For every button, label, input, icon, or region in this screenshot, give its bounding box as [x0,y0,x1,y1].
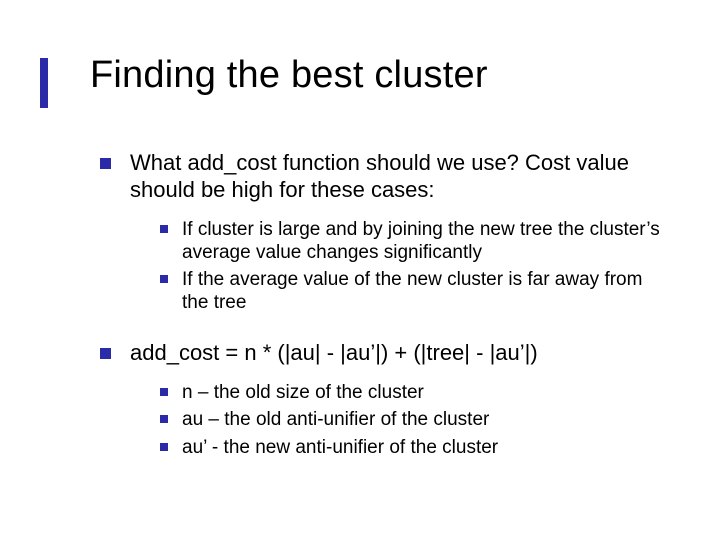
bullet-1-text: What add_cost function should we use? Co… [130,150,629,202]
bullet-2: add_cost = n * (|au| - |au’|) + (|tree| … [100,340,660,458]
bullet-2-sub-1-text: n – the old size of the cluster [182,382,424,403]
bullet-2-sub-2-text: au – the old anti-unifier of the cluster [182,409,489,430]
bullet-1-sub-2-text: If the average value of the new cluster … [182,269,642,313]
bullet-2-sub-3-text: au’ - the new anti-unifier of the cluste… [182,437,498,458]
title-accent-bar [40,58,48,108]
bullet-1-sub-1: If cluster is large and by joining the n… [160,218,660,264]
bullet-list: What add_cost function should we use? Co… [100,150,660,459]
bullet-1: What add_cost function should we use? Co… [100,150,660,314]
slide-title: Finding the best cluster [90,54,488,97]
bullet-2-text: add_cost = n * (|au| - |au’|) + (|tree| … [130,340,538,365]
slide-body: What add_cost function should we use? Co… [100,150,660,485]
bullet-1-sublist: If cluster is large and by joining the n… [130,218,660,315]
bullet-2-sub-3: au’ - the new anti-unifier of the cluste… [160,436,660,459]
slide: Finding the best cluster What add_cost f… [0,0,720,540]
bullet-1-sub-2: If the average value of the new cluster … [160,268,660,314]
bullet-1-sub-1-text: If cluster is large and by joining the n… [182,219,660,263]
bullet-2-sub-2: au – the old anti-unifier of the cluster [160,408,660,431]
bullet-2-sublist: n – the old size of the cluster au – the… [130,381,660,459]
bullet-2-sub-1: n – the old size of the cluster [160,381,660,404]
